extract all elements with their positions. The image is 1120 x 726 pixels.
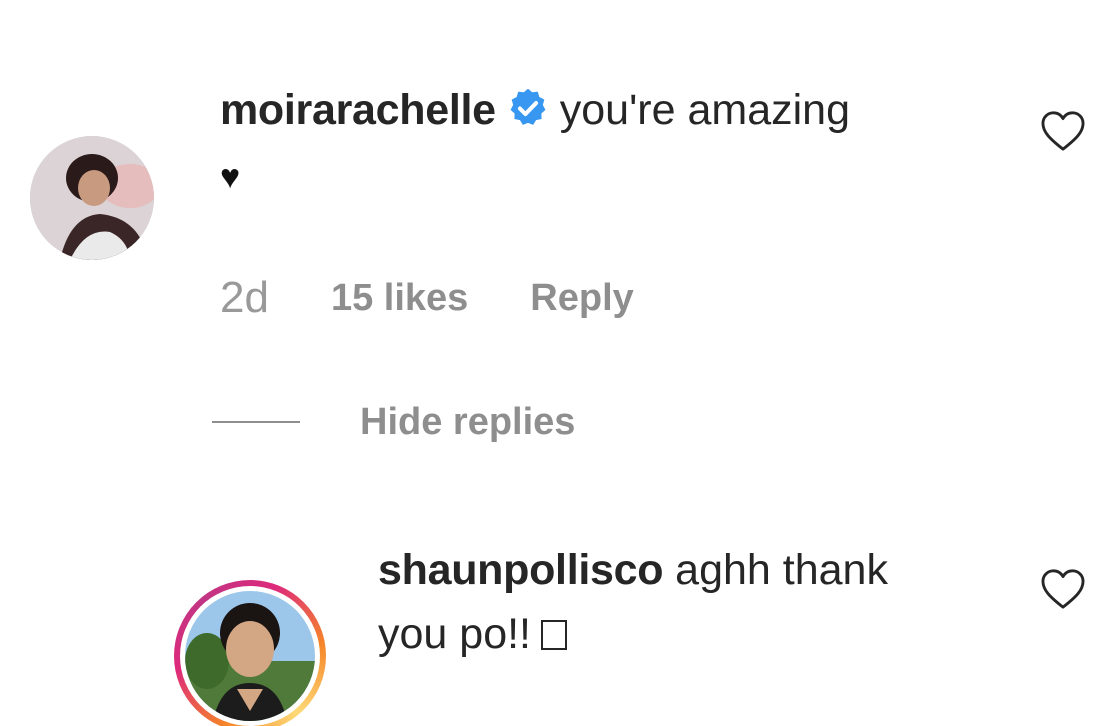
comments-panel: moirarachelle you're amazing ♥ 2d 15 like… — [0, 0, 1120, 726]
avatar[interactable] — [30, 136, 154, 260]
reply-text-line2: you po!! — [378, 610, 531, 658]
avatar-photo — [185, 591, 315, 721]
heart-outline-icon — [1041, 111, 1085, 151]
reply-username[interactable]: shaunpollisco — [378, 546, 664, 594]
comment-likes-count[interactable]: 15 likes — [331, 277, 468, 320]
like-comment-button[interactable] — [1040, 110, 1086, 152]
reply-text-line1: aghh thank — [675, 546, 888, 594]
reply-avatar[interactable] — [185, 591, 315, 721]
hide-replies-label: Hide replies — [360, 400, 576, 443]
comment-body: moirarachelle you're amazing ♥ — [220, 78, 1000, 209]
comment-timestamp[interactable]: 2d — [220, 273, 269, 323]
heart-emoji: ♥ — [220, 158, 241, 196]
reply-button[interactable]: Reply — [530, 277, 633, 320]
hide-replies-button[interactable]: Hide replies — [212, 392, 575, 452]
comment-text: you're amazing — [559, 86, 850, 134]
verified-badge-icon — [506, 84, 550, 128]
like-reply-button[interactable] — [1040, 568, 1086, 610]
comment-meta: 2d 15 likes Reply — [220, 268, 634, 328]
heart-outline-icon — [1041, 569, 1085, 609]
reply-body: shaunpollisco aghh thank you po!! — [378, 538, 1018, 666]
story-ring[interactable] — [174, 580, 326, 726]
missing-glyph-icon — [541, 620, 567, 650]
comment-username[interactable]: moirarachelle — [220, 86, 496, 134]
avatar-photo — [30, 136, 154, 260]
divider — [212, 421, 300, 423]
